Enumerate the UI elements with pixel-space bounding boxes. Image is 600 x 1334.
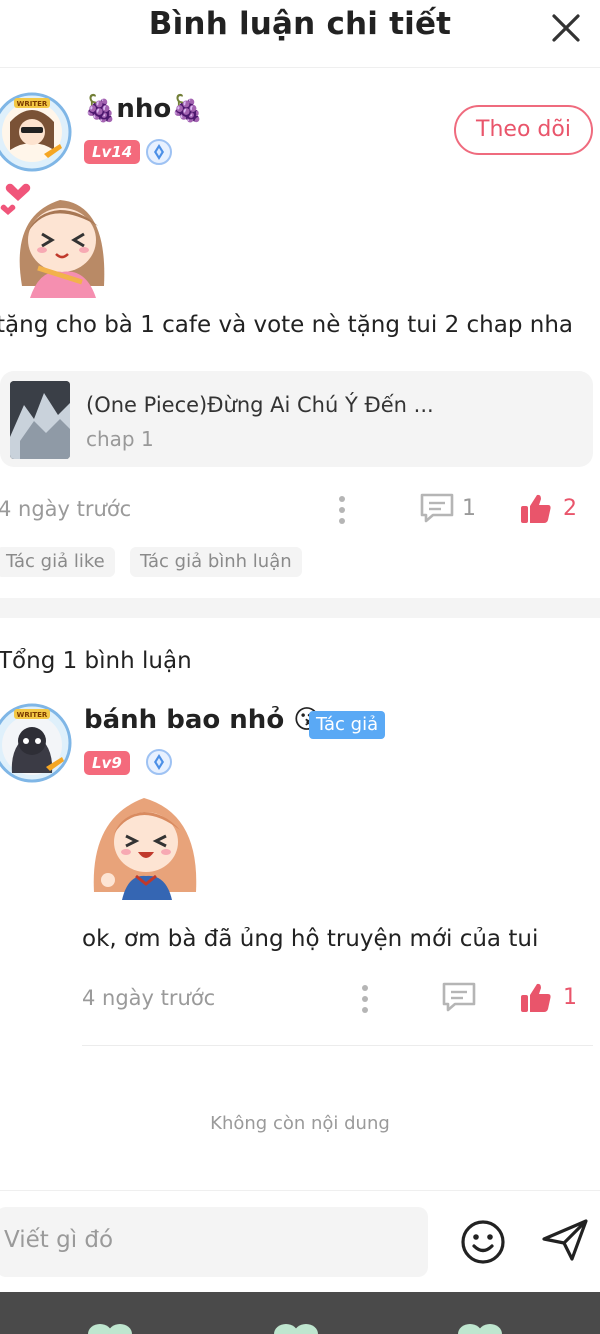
commenter-avatar[interactable]: WRITER: [0, 92, 72, 172]
tag-author-like: Tác giả like: [0, 547, 115, 577]
like-icon[interactable]: [519, 981, 553, 1015]
replies-count-heading: Tổng 1 bình luận: [0, 648, 192, 674]
svg-text:WRITER: WRITER: [17, 100, 48, 108]
svg-text:WRITER: WRITER: [17, 711, 48, 719]
comment-icon[interactable]: [441, 981, 477, 1013]
comment-text: tặng cho bà 1 cafe và vote nè tặng tui 2…: [0, 312, 573, 338]
follow-button[interactable]: Theo dõi: [454, 105, 593, 155]
divider: [82, 1045, 593, 1046]
commenter-name[interactable]: 🍇nho🍇: [84, 94, 204, 124]
page-title: Bình luận chi tiết: [148, 6, 452, 42]
more-options-icon[interactable]: [361, 984, 369, 1014]
book-cover-image: [10, 381, 70, 459]
clover-icon: [458, 1324, 502, 1334]
header: Bình luận chi tiết: [0, 0, 600, 68]
bottom-navigation-bar: [0, 1292, 600, 1334]
emoji-icon[interactable]: [460, 1219, 506, 1265]
reply-text: ok, ơm bà đã ủng hộ truyện mới của tui: [82, 926, 539, 952]
section-divider: [0, 598, 600, 618]
reply-timestamp: 4 ngày trước: [82, 986, 216, 1010]
end-of-content-text: Không còn nội dung: [210, 1113, 390, 1134]
like-icon[interactable]: [519, 492, 553, 526]
like-count: 2: [563, 496, 577, 521]
more-options-icon[interactable]: [338, 495, 346, 525]
tag-author-comment: Tác giả bình luận: [130, 547, 302, 577]
book-title: (One Piece)Đừng Ai Chú Ý Đến ...: [86, 393, 434, 417]
clover-icon: [88, 1324, 132, 1334]
comment-timestamp: 4 ngày trước: [0, 497, 132, 521]
comment-input-placeholder: Viết gì đó: [4, 1227, 114, 1253]
reply-avatar[interactable]: WRITER: [0, 703, 72, 783]
sticker-image: [0, 176, 120, 298]
book-card[interactable]: (One Piece)Đừng Ai Chú Ý Đến ... chap 1: [0, 371, 593, 467]
comment-input[interactable]: Viết gì đó: [0, 1207, 428, 1277]
clover-icon: [274, 1324, 318, 1334]
reply-author-name[interactable]: bánh bao nhỏ 😘: [84, 705, 320, 735]
send-icon[interactable]: [540, 1217, 590, 1263]
level-badge: Lv14: [84, 140, 141, 164]
book-chapter: chap 1: [86, 427, 154, 451]
comment-input-bar: Viết gì đó: [0, 1190, 600, 1292]
shield-icon: [146, 139, 172, 165]
shield-icon: [146, 749, 172, 775]
reply-level-badge: Lv9: [84, 751, 130, 775]
comment-count: 1: [462, 496, 476, 521]
close-icon[interactable]: [546, 8, 586, 48]
author-badge: Tác giả: [309, 711, 386, 739]
reply-like-count: 1: [563, 985, 577, 1010]
comment-icon[interactable]: [419, 492, 455, 524]
reply-sticker-image: [88, 788, 204, 900]
